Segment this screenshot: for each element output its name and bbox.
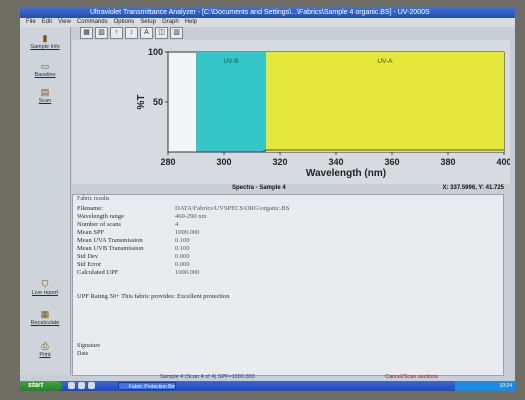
results-header: Fabric results (77, 196, 110, 202)
x-tick-label: 400 (496, 157, 510, 167)
x-tick-label: 380 (440, 157, 455, 167)
cursor-readout: X: 337.5996, Y: 41.725 (442, 185, 505, 191)
x-tick-label: 300 (216, 157, 231, 167)
menu-options[interactable]: Options (114, 18, 135, 27)
baseline-button[interactable]: ▭ Baseline (24, 61, 66, 78)
menu-setup[interactable]: Setup (140, 18, 156, 27)
result-row-wavelength: Wavelength range 460-290 nm (77, 213, 207, 220)
menu-file[interactable]: File (26, 18, 36, 27)
x-tick-label: 280 (160, 157, 175, 167)
status-footer: Sample 4 (Scan 4 of 4) SPF=1000.000 Canc… (72, 374, 510, 381)
monitor-bezel: Ultraviolet Transmittance Analyzer - [C:… (0, 0, 525, 400)
result-row-std-dev: Std Dev 0.000 (77, 253, 190, 260)
result-row-filename: Filename: DATA\Fabrics\UVSPECS\ORG\organi… (77, 205, 290, 212)
recalculate-icon: ▦ (40, 309, 50, 319)
upf-rating-line: UPF Rating 50+ This fabric provides: Exc… (77, 293, 230, 300)
result-row-uvb: Mean UVB Transmission 0.100 (77, 245, 190, 252)
region-label-uv-a: UV-A (377, 58, 393, 65)
plot-title: Spectra - Sample 4 (232, 185, 286, 191)
region-uv-a (266, 52, 504, 152)
baseline-icon: ▭ (40, 61, 50, 71)
window-titlebar: Ultraviolet Transmittance Analyzer - [C:… (20, 8, 515, 18)
quick-launch-icon[interactable] (68, 382, 75, 389)
system-tray-clock: 10:24 (455, 381, 515, 391)
toolbar-up-icon[interactable]: ↑ (110, 27, 123, 39)
toolbar-grid-icon[interactable]: ▦ (80, 27, 93, 39)
scan-button[interactable]: ▤ Scan (24, 87, 66, 104)
print-label: Print (39, 352, 51, 358)
toolbar-copy-icon[interactable]: ◫ (155, 27, 168, 39)
date-label: Date (77, 351, 89, 357)
menu-edit[interactable]: Edit (42, 18, 52, 27)
scan-label: Scan (38, 98, 52, 104)
cancel-scan-link[interactable]: Cancel/Scan sections (385, 374, 438, 381)
sample-info-icon: ▮ (42, 33, 48, 43)
taskbar-app-button[interactable]: Fabric Protection Bm (118, 382, 176, 390)
region-uv-b (196, 52, 266, 152)
start-button[interactable]: start (20, 381, 62, 391)
toolbar-delete-icon[interactable]: ▥ (170, 27, 183, 39)
sample-status: Sample 4 (Scan 4 of 4) SPF=1000.000 (160, 374, 255, 380)
menu-view[interactable]: View (58, 18, 71, 27)
fabric-results-panel[interactable]: Fabric results Filename: DATA\Fabrics\UVS… (72, 194, 504, 376)
command-sidebar: ▮ Sample Info ▭ Baseline ▤ Scan ⛉ Live r… (20, 27, 71, 375)
x-axis-label: Wavelength (nm) (306, 168, 386, 179)
signature-label: Signature (77, 343, 100, 349)
recalculate-button[interactable]: ▦ Recalculate (24, 309, 66, 326)
recalculate-label: Recalculate (30, 320, 60, 326)
sample-info-button[interactable]: ▮ Sample Info (24, 33, 66, 50)
print-icon: ⎙ (41, 341, 49, 351)
live-report-label: Live report (32, 290, 58, 296)
x-tick-label: 360 (384, 157, 399, 167)
region-label-uv-b: UV-B (223, 58, 238, 65)
scan-icon: ▤ (40, 87, 50, 97)
windows-taskbar: start Fabric Protection Bm 10:24 (20, 381, 515, 391)
quick-launch-icon[interactable] (88, 382, 95, 389)
toolbar-text-icon[interactable]: A (140, 27, 153, 39)
menu-bar: File Edit View Commands Options Setup Gr… (20, 18, 515, 27)
live-report-button[interactable]: ⛉ Live report (24, 279, 66, 296)
result-row-uva: Mean UVA Transmission 0.100 (77, 237, 190, 244)
live-report-icon: ⛉ (41, 279, 49, 289)
desktop-screen: Ultraviolet Transmittance Analyzer - [C:… (20, 8, 515, 391)
baseline-label: Baseline (34, 72, 56, 78)
spectra-chart[interactable]: UV-B UV-A 280 300 320 340 360 380 400 50 100 Wavele… (72, 40, 510, 184)
quick-launch-icon[interactable] (78, 382, 85, 389)
y-tick-label: 100 (148, 47, 163, 57)
x-tick-label: 320 (272, 157, 287, 167)
graph-toolbar: ▦ ▧ ↑ ↕ A ◫ ▥ (80, 27, 200, 39)
menu-commands[interactable]: Commands (77, 18, 108, 27)
menu-help[interactable]: Help (185, 18, 197, 27)
y-axis-label: %T (136, 95, 147, 110)
toolbar-scale-icon[interactable]: ↕ (125, 27, 138, 39)
y-tick-label: 50 (153, 97, 163, 107)
x-tick-label: 340 (328, 157, 343, 167)
result-row-mean-spf: Mean SPF 1000.000 (77, 229, 200, 236)
toolbar-overlay-icon[interactable]: ▧ (95, 27, 108, 39)
result-row-scans: Number of scans 4 (77, 221, 179, 228)
plot-status-strip: Spectra - Sample 4 X: 337.5996, Y: 41.72… (72, 184, 510, 193)
print-button[interactable]: ⎙ Print (24, 341, 66, 358)
sample-info-label: Sample Info (30, 44, 60, 50)
result-row-std-error: Std Error 0.000 (77, 261, 190, 268)
menu-graph[interactable]: Graph (162, 18, 179, 27)
result-row-upf: Calculated UPF 1000.000 (77, 269, 200, 276)
quick-launch (68, 382, 95, 389)
spectra-plot-panel: UV-B UV-A 280 300 320 340 360 380 400 50 100 Wavele… (72, 40, 510, 190)
